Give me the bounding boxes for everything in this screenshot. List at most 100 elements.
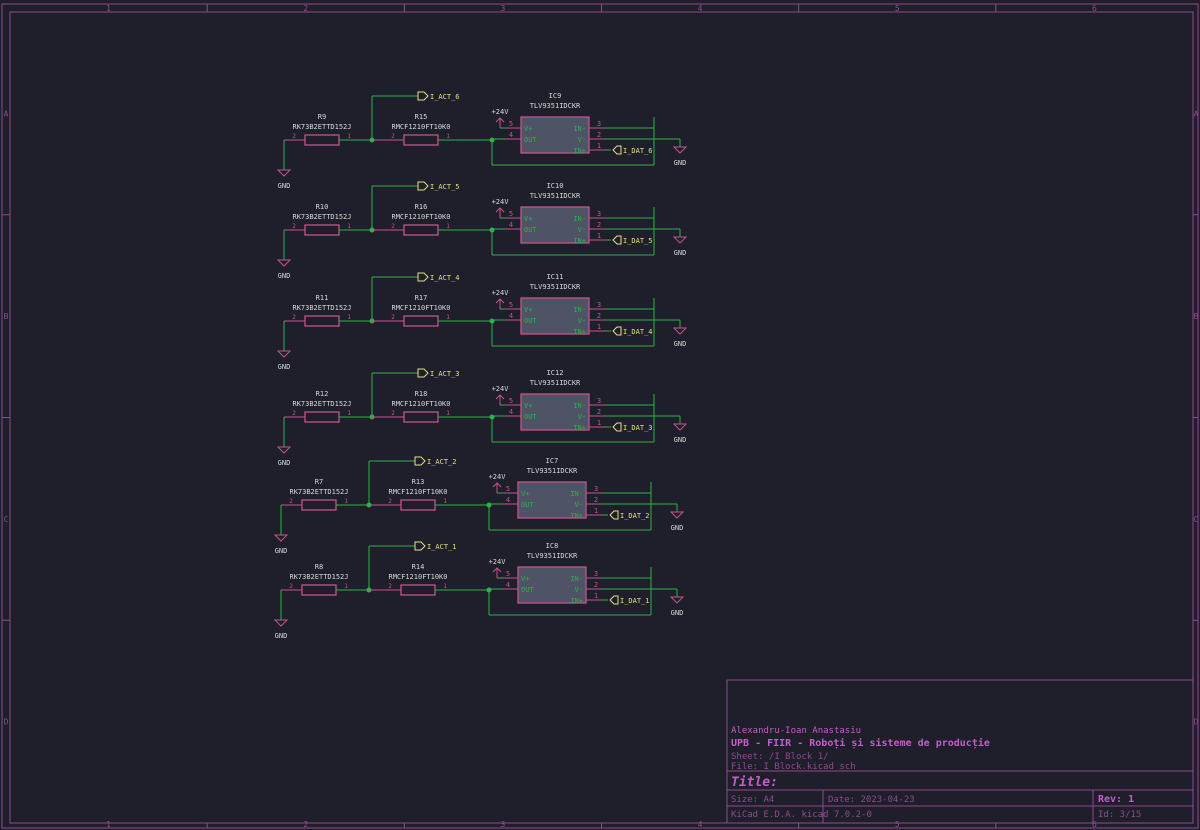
resistor-value: RMCF1210FT10K0 — [391, 213, 450, 221]
pin-number: 1 — [347, 133, 351, 140]
resistor-ref: R16 — [415, 203, 428, 211]
size-text: Size: A4 — [731, 795, 774, 805]
pin-name: IN+ — [573, 328, 586, 336]
pin-number: 5 — [509, 210, 513, 218]
tool-version-text: KiCad E.D.A. kicad 7.0.2-0 — [731, 810, 872, 820]
pin-number: 2 — [391, 410, 395, 417]
gnd-label: GND — [671, 524, 684, 532]
ic-value: TLV9351IDCKR — [530, 102, 581, 110]
pin-name: IN+ — [570, 597, 583, 605]
company-text: UPB - FIIR - Roboți și sisteme de produc… — [731, 737, 990, 749]
gnd-label: GND — [278, 182, 291, 190]
pin-name: OUT — [524, 317, 537, 325]
pin-name: V+ — [524, 215, 532, 223]
pin-name: IN+ — [570, 512, 583, 520]
resistor-ref: R10 — [316, 203, 329, 211]
pin-number: 3 — [594, 570, 598, 578]
pin-number: 3 — [597, 120, 601, 128]
resistor-ref: R7 — [315, 478, 323, 486]
pin-number: 4 — [509, 408, 513, 416]
ic-value: TLV9351IDCKR — [527, 552, 578, 560]
author-text: Alexandru-Ioan Anastasiu — [731, 726, 861, 736]
gnd-label: GND — [674, 159, 687, 167]
row-label-right: A — [1194, 109, 1199, 118]
ic-value: TLV9351IDCKR — [527, 467, 578, 475]
resistor-ref: R12 — [316, 390, 329, 398]
pin-name: V+ — [521, 575, 529, 583]
act-net-label: I_ACT_2 — [427, 458, 457, 466]
act-net-label: I_ACT_3 — [430, 370, 460, 378]
ic-ref: IC9 — [549, 92, 562, 100]
ic-ref: IC8 — [546, 542, 559, 550]
pin-number: 2 — [594, 496, 598, 504]
act-net-label: I_ACT_4 — [430, 274, 460, 282]
gnd-label: GND — [674, 436, 687, 444]
pin-number: 1 — [347, 223, 351, 230]
pin-number: 1 — [443, 498, 447, 505]
pin-number: 2 — [597, 312, 601, 320]
resistor-value: RMCF1210FT10K0 — [388, 488, 447, 496]
column-label-top: 6 — [1092, 4, 1097, 13]
pin-number: 2 — [289, 498, 293, 505]
pin-name: V+ — [524, 306, 532, 314]
pin-name: OUT — [521, 586, 534, 594]
pin-number: 1 — [347, 410, 351, 417]
pin-number: 4 — [506, 496, 510, 504]
ic-value: TLV9351IDCKR — [530, 283, 581, 291]
gnd-label: GND — [671, 609, 684, 617]
resistor-value: RK73B2ETTD152J — [292, 213, 351, 221]
dat-net-label: I_DAT_3 — [623, 424, 653, 432]
pin-number: 2 — [597, 131, 601, 139]
column-label-top: 5 — [895, 4, 900, 13]
act-net-label: I_ACT_5 — [430, 183, 460, 191]
resistor-value: RK73B2ETTD152J — [292, 123, 351, 131]
pin-number: 2 — [391, 133, 395, 140]
column-label-bottom: 3 — [501, 820, 506, 829]
pin-number: 1 — [597, 142, 601, 150]
pin-number: 3 — [597, 397, 601, 405]
pin-number: 3 — [597, 301, 601, 309]
column-label-top: 1 — [106, 4, 111, 13]
gnd-label: GND — [674, 340, 687, 348]
act-net-label: I_ACT_6 — [430, 93, 460, 101]
column-label-top: 2 — [303, 4, 308, 13]
supply-label: +24V — [492, 198, 510, 206]
sheet-path-text: Sheet: /I Block 1/ — [731, 752, 829, 762]
gnd-label: GND — [674, 249, 687, 257]
supply-label: +24V — [492, 385, 510, 393]
dat-net-label: I_DAT_4 — [623, 328, 653, 336]
pin-number: 1 — [597, 323, 601, 331]
pin-number: 1 — [443, 583, 447, 590]
pin-number: 2 — [391, 223, 395, 230]
pin-name: V- — [575, 586, 583, 594]
pin-name: V+ — [524, 125, 532, 133]
pin-number: 4 — [506, 581, 510, 589]
pin-number: 2 — [289, 583, 293, 590]
resistor-value: RK73B2ETTD152J — [292, 304, 351, 312]
pin-name: V- — [578, 136, 586, 144]
row-label-right: D — [1194, 718, 1199, 727]
date-text: Date: 2023-04-23 — [828, 795, 915, 805]
dat-net-label: I_DAT_5 — [623, 237, 653, 245]
pin-number: 2 — [597, 408, 601, 416]
pin-number: 1 — [347, 314, 351, 321]
row-label-left: D — [4, 718, 9, 727]
ic-value: TLV9351IDCKR — [530, 379, 581, 387]
pin-name: V+ — [524, 402, 532, 410]
resistor-ref: R15 — [415, 113, 428, 121]
pin-number: 1 — [446, 314, 450, 321]
row-label-left: A — [4, 109, 9, 118]
pin-number: 1 — [597, 419, 601, 427]
pin-number: 2 — [597, 221, 601, 229]
pin-number: 1 — [446, 410, 450, 417]
ic-value: TLV9351IDCKR — [530, 192, 581, 200]
dat-net-label: I_DAT_1 — [620, 597, 650, 605]
gnd-label: GND — [278, 272, 291, 280]
resistor-ref: R18 — [415, 390, 428, 398]
resistor-value: RK73B2ETTD152J — [292, 400, 351, 408]
resistor-ref: R8 — [315, 563, 323, 571]
pin-name: OUT — [524, 226, 537, 234]
pin-name: OUT — [524, 136, 537, 144]
pin-number: 5 — [506, 485, 510, 493]
pin-number: 4 — [509, 221, 513, 229]
